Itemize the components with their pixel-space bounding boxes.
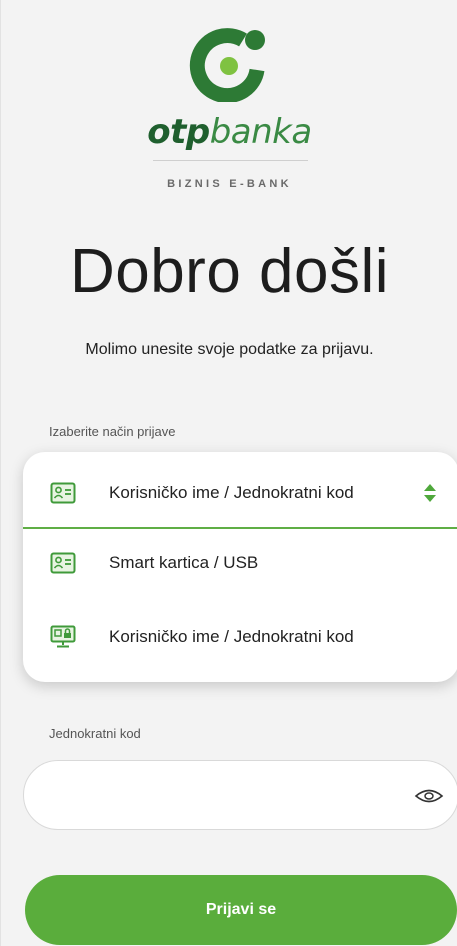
product-name: BIZNIS E-BANK	[167, 178, 292, 190]
login-method-option-label: Smart kartica / USB	[109, 553, 259, 572]
dropdown-divider	[23, 527, 457, 529]
login-button[interactable]: Prijavi se	[25, 875, 457, 945]
brand-name-light: banka	[209, 112, 313, 152]
sort-arrows-icon[interactable]	[422, 482, 438, 504]
id-card-icon	[50, 482, 76, 504]
brand-wordmark: otpbanka	[1, 112, 457, 152]
login-method-dropdown[interactable]: Korisničko ime / Jednokratni kod Smart k…	[23, 452, 457, 682]
login-method-option-smart-card[interactable]: Smart kartica / USB	[23, 538, 457, 588]
otp-input[interactable]	[46, 779, 406, 813]
otp-field-wrapper	[23, 760, 457, 830]
login-method-option-label: Korisničko ime / Jednokratni kod	[109, 627, 354, 646]
otp-field-label: Jednokratni kod	[49, 726, 141, 741]
brand-divider	[153, 160, 308, 161]
computer-lock-icon	[50, 625, 76, 648]
login-method-selected[interactable]: Korisničko ime / Jednokratni kod	[23, 468, 457, 518]
eye-icon[interactable]	[414, 785, 444, 807]
login-method-selected-label: Korisničko ime / Jednokratni kod	[109, 483, 354, 502]
otp-logo-icon	[189, 28, 265, 102]
login-method-label: Izaberite način prijave	[49, 424, 176, 439]
page-title: Dobro došli	[69, 237, 390, 306]
login-panel: otpbanka BIZNIS E-BANK Dobro došli Molim…	[0, 0, 457, 946]
id-card-icon	[50, 552, 76, 574]
page-subtitle: Molimo unesite svoje podatke za prijavu.	[85, 341, 374, 358]
brand-name-bold: otp	[147, 112, 210, 152]
login-method-option-username-otp[interactable]: Korisničko ime / Jednokratni kod	[23, 612, 457, 662]
